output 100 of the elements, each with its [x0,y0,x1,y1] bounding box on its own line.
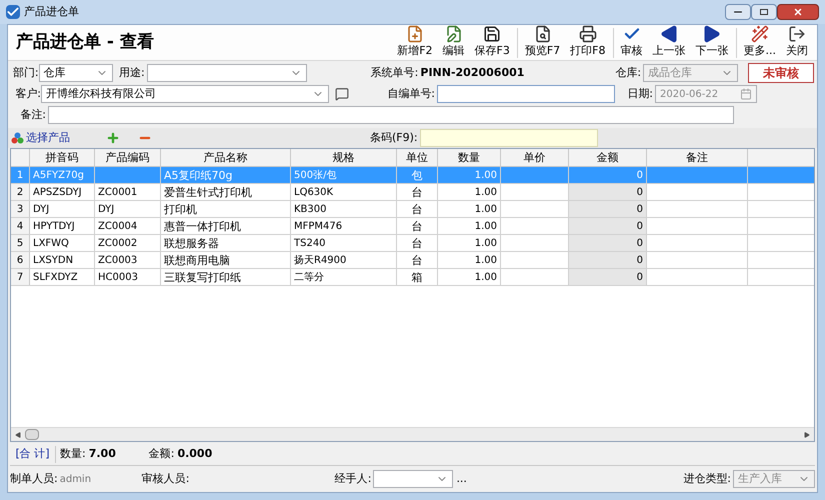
row-number: 1 [11,167,30,183]
handler-dropdown[interactable] [373,470,454,488]
field-label: 条码(F9): [370,130,418,146]
table-cell: 0 [569,269,647,285]
amount-label: 金额: [148,446,174,462]
table-cell: MFPM476 [291,218,397,234]
field-label: 进仓类型: [683,470,731,487]
table-cell: ZC0003 [95,252,161,268]
column-header[interactable]: 拼音码 [30,149,95,166]
table-cell: 500张/包 [291,167,397,183]
maximize-icon [760,9,768,15]
more-button[interactable]: ... [456,470,467,488]
select-product-button[interactable]: 选择产品 [11,130,70,146]
window-title: 产品进仓单 [24,4,79,20]
table-cell: 联想商用电脑 [161,252,291,268]
field-label: 审核人员: [142,470,190,487]
edit-file-icon [444,25,463,44]
table-cell: 扬天R4900 [291,252,397,268]
table-cell: 打印机 [161,201,291,217]
toolbar-button[interactable]: 关闭 [781,25,813,60]
column-header[interactable]: 金额 [569,149,647,166]
table-row[interactable]: 7 SLFXDYZ HC0003 三联复写打印纸 二等分 箱 1.00 0 [11,269,814,286]
table-row[interactable]: 5 LXFWQ ZC0002 联想服务器 TS240 台 1.00 0 [11,235,814,252]
column-header[interactable]: 单价 [501,149,569,166]
table-cell: 1.00 [438,218,501,234]
table-cell: 0 [569,218,647,234]
table-cell: ZC0001 [95,184,161,200]
add-row-icon[interactable] [106,131,120,145]
chat-icon[interactable] [335,87,349,101]
table-cell: 台 [397,235,438,251]
table-cell: 包 [397,167,438,183]
table-cell: 联想服务器 [161,235,291,251]
amount-total: 0.000 [177,446,212,462]
table-cell: 惠普一体打印机 [161,218,291,234]
column-header[interactable]: 备注 [647,149,748,166]
table-row[interactable]: 6 LXSYDN ZC0003 联想商用电脑 扬天R4900 台 1.00 0 [11,252,814,269]
table-row[interactable]: 2 APSZSDYJ ZC0001 爱普生针式打印机 LQ630K 台 1.00 0 [11,184,814,201]
field-label: 系统单号: [370,64,418,81]
table-cell: 台 [397,218,438,234]
table-cell: LXFWQ [30,235,95,251]
table-cell: A5FYZ70g [30,167,95,183]
toolbar-button[interactable]: 上一张 [648,25,690,60]
row-number: 5 [11,235,30,251]
quantity-label: 数量: [60,446,86,462]
customer-dropdown[interactable]: 开博维尔科技有限公司 [41,85,329,103]
remark-field[interactable] [48,106,734,124]
toolbar-button[interactable]: 审核 [616,25,648,60]
table-cell: 0 [569,252,647,268]
table-cell: 1.00 [438,269,501,285]
table-cell: 三联复写打印纸 [161,269,291,285]
calendar-icon [740,88,752,100]
horizontal-scrollbar[interactable] [11,427,814,441]
column-header[interactable]: 单位 [397,149,438,166]
barcode-field[interactable] [420,129,598,147]
table-row[interactable]: 3 DYJ DYJ 打印机 KB300 台 1.00 0 [11,201,814,218]
usage-dropdown[interactable] [146,64,307,82]
toolbar-button[interactable]: 预览F7 [520,25,566,60]
toolbar-button[interactable]: 更多... [738,25,781,60]
table-cell: APSZSDYJ [30,184,95,200]
save-icon [483,25,502,44]
toolbar-button[interactable]: 下一张 [690,25,734,60]
row-number: 6 [11,252,30,268]
table-cell: DYJ [95,201,161,217]
custom-number-field[interactable] [437,85,615,103]
scroll-thumb[interactable] [25,429,39,440]
row-number: 2 [11,184,30,200]
toolbar-button[interactable]: 编辑 [438,25,470,60]
column-header[interactable]: 规格 [291,149,397,166]
scroll-right-icon [804,432,810,438]
table-cell: 1.00 [438,201,501,217]
table-cell: 0 [569,184,647,200]
field-label: 仓库: [614,64,642,81]
exit-door-icon [788,25,806,44]
toolbar-button[interactable]: 保存F3 [470,25,515,60]
column-header[interactable]: 产品编码 [95,149,161,166]
table-cell: 1.00 [438,184,501,200]
table-cell: 台 [397,252,438,268]
table-cell: 台 [397,184,438,200]
system-number: PINN-202006001 [420,64,526,81]
table-cell: LQ630K [291,184,397,200]
field-label: 日期: [626,86,653,102]
table-cell: SLFXDYZ [30,269,95,285]
totals-label: [合 计] [10,446,56,463]
close-button[interactable] [777,4,819,20]
status-badge: 未审核 [748,63,814,83]
column-header[interactable]: 产品名称 [161,149,291,166]
right-triangle-icon [703,25,721,44]
table-cell: 0 [569,201,647,217]
department-dropdown[interactable]: 仓库 [38,64,113,82]
field-label: 自编单号: [386,86,435,102]
new-file-icon [406,25,424,44]
toolbar-button[interactable]: 新增F2 [392,25,438,60]
toolbar-button[interactable]: 打印F8 [565,25,610,60]
maximize-button[interactable] [751,4,777,20]
table-row[interactable]: 4 HPYTDYJ ZC0004 惠普一体打印机 MFPM476 台 1.00 0 [11,218,814,235]
column-header[interactable]: 数量 [438,149,501,166]
table-cell: TS240 [291,235,397,251]
table-cell: HC0003 [95,269,161,285]
scroll-left-icon [15,432,21,438]
table-cell: 1.00 [438,167,501,183]
